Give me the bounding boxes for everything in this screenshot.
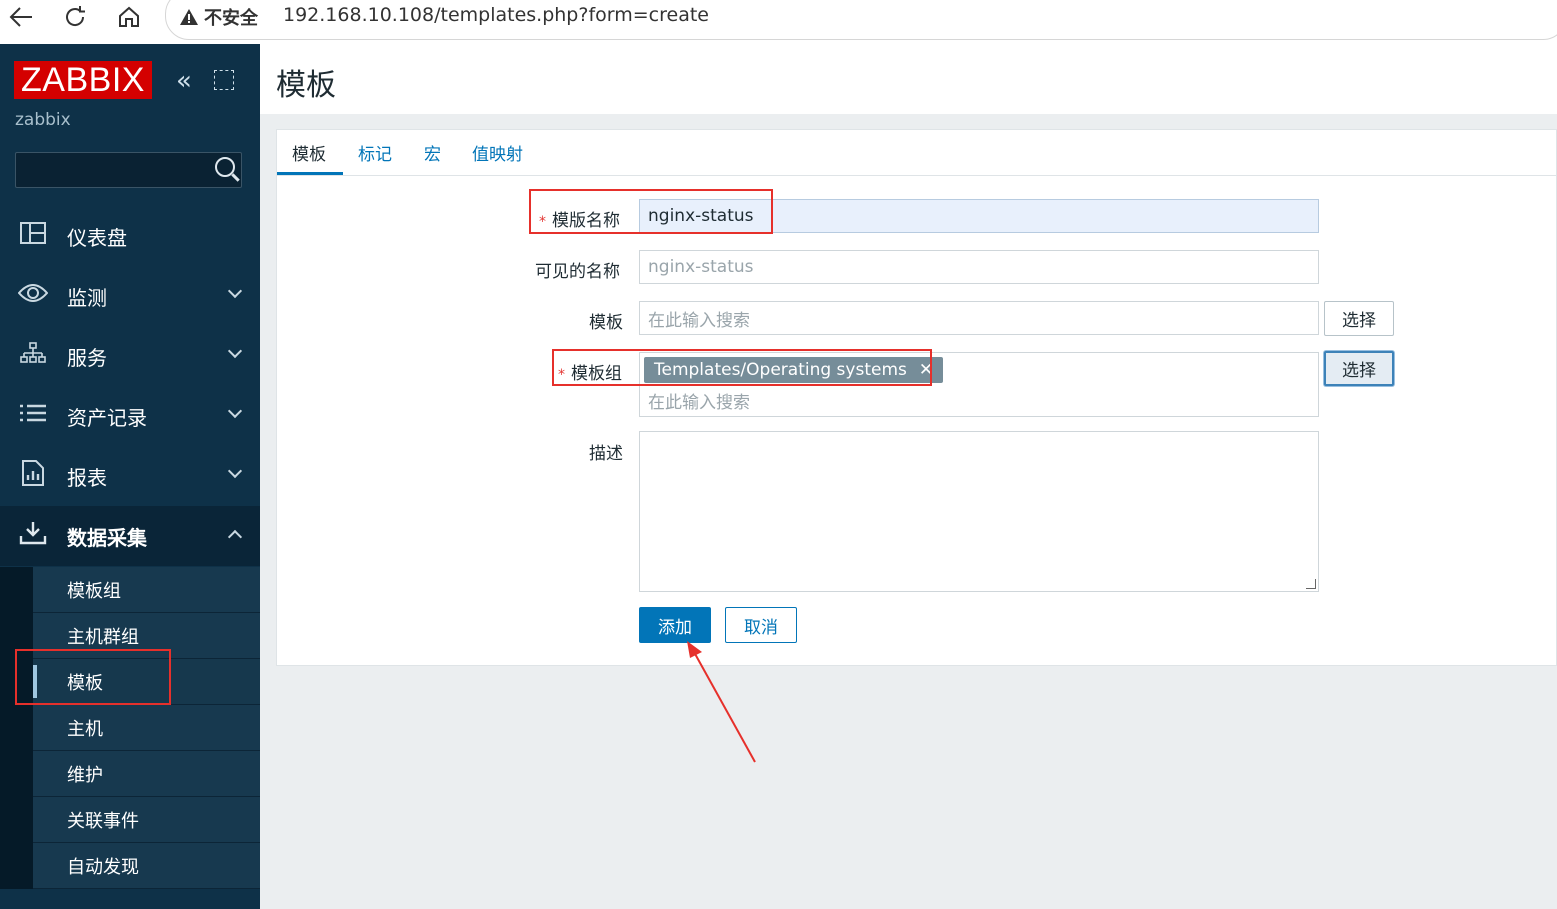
collapse-sidebar-icon[interactable]: « (176, 66, 192, 96)
annotation-box-template-group (552, 349, 932, 386)
menu-item-dashboard[interactable]: 仪表盘 (0, 206, 260, 266)
visible-name-input[interactable]: nginx-status (639, 250, 1319, 284)
url-text[interactable]: 192.168.10.108/templates.php?form=create (283, 4, 709, 26)
menu-item-data-collection[interactable]: 数据采集 (0, 506, 260, 566)
security-status[interactable]: 不安全 (180, 4, 258, 30)
menu-item-services[interactable]: 服务 (0, 326, 260, 386)
description-label: 描述 (589, 444, 623, 464)
services-icon (18, 342, 48, 370)
submenu-item-hosts[interactable]: 主机 (33, 705, 260, 751)
active-tab-indicator (277, 172, 343, 175)
submenu-item-template-groups[interactable]: 模板组 (33, 567, 260, 613)
data-collection-submenu: 模板组 主机群组 模板 主机 维护 关联事件 自动发现 (0, 567, 260, 889)
menu-item-monitoring[interactable]: 监测 (0, 266, 260, 326)
submenu-item-maintenance[interactable]: 维护 (33, 751, 260, 797)
menu-label: 仪表盘 (67, 225, 127, 250)
submenu-item-event-correlation[interactable]: 关联事件 (33, 797, 260, 843)
submenu-label: 维护 (67, 764, 103, 786)
sidebar-search-input[interactable] (15, 152, 242, 188)
page-header: 模板 (260, 44, 1557, 114)
chevron-up-icon (227, 529, 243, 545)
submenu-label: 关联事件 (67, 810, 139, 832)
page-title: 模板 (276, 68, 336, 103)
reload-icon[interactable] (57, 0, 93, 34)
list-icon (18, 403, 48, 429)
home-icon[interactable] (111, 0, 147, 34)
add-button[interactable]: 添加 (639, 607, 711, 643)
tab-bar: 模板 标记 宏 值映射 (277, 130, 1557, 176)
browser-toolbar: 不安全 192.168.10.108/templates.php?form=cr… (0, 0, 1557, 44)
template-form-panel: 模板 标记 宏 值映射 * 模版名称 nginx-status 可见的名称 ngi… (276, 129, 1557, 666)
submenu-label: 自动发现 (67, 856, 139, 878)
menu-label: 报表 (67, 465, 107, 490)
menu-item-inventory[interactable]: 资产记录 (0, 386, 260, 446)
menu-label: 服务 (67, 345, 107, 370)
annotation-box-templates-menu (15, 649, 171, 705)
menu-label: 监测 (67, 285, 107, 310)
tab-tags[interactable]: 标记 (358, 140, 392, 165)
chevron-down-icon (227, 403, 243, 419)
resize-handle-icon[interactable] (1306, 579, 1316, 589)
menu-label: 数据采集 (67, 525, 147, 550)
templates-label: 模板 (589, 313, 623, 333)
tab-macros[interactable]: 宏 (424, 140, 441, 165)
chevron-down-icon (227, 343, 243, 359)
zabbix-logo[interactable]: ZABBIX (14, 61, 152, 99)
submenu-label: 主机群组 (67, 626, 139, 648)
sidebar: ZABBIX « zabbix 仪表盘 监测 服务 资产记录 报表 数据采集 模… (0, 44, 260, 909)
submenu-label: 主机 (67, 718, 103, 740)
tab-value-mapping[interactable]: 值映射 (472, 140, 523, 165)
submenu-label: 模板组 (67, 580, 121, 602)
menu-label: 资产记录 (67, 405, 147, 430)
insecure-label: 不安全 (204, 8, 258, 29)
sidebar-next-menu-item[interactable] (0, 889, 260, 909)
templates-search-input[interactable]: 在此输入搜索 (639, 301, 1319, 335)
chevron-down-icon (227, 283, 243, 299)
annotation-box-template-name (529, 189, 773, 234)
download-icon (18, 521, 48, 551)
submenu-item-discovery[interactable]: 自动发现 (33, 843, 260, 889)
description-textarea[interactable] (639, 431, 1319, 592)
back-arrow-icon[interactable] (3, 0, 39, 34)
tab-template[interactable]: 模板 (292, 140, 326, 165)
eye-icon (17, 283, 49, 309)
dashboard-icon (18, 222, 48, 250)
search-icon[interactable] (215, 157, 235, 177)
report-icon (18, 460, 48, 492)
chevron-down-icon (227, 463, 243, 479)
kiosk-mode-icon[interactable] (214, 70, 234, 90)
groups-select-button[interactable]: 选择 (1324, 351, 1394, 386)
visible-name-label: 可见的名称 (535, 262, 620, 282)
cancel-button[interactable]: 取消 (725, 607, 797, 643)
menu-item-reports[interactable]: 报表 (0, 446, 260, 506)
template-groups-search-input[interactable]: 在此输入搜索 (648, 388, 750, 413)
templates-select-button[interactable]: 选择 (1324, 301, 1394, 336)
server-name: zabbix (15, 110, 71, 130)
warning-icon (180, 9, 198, 25)
